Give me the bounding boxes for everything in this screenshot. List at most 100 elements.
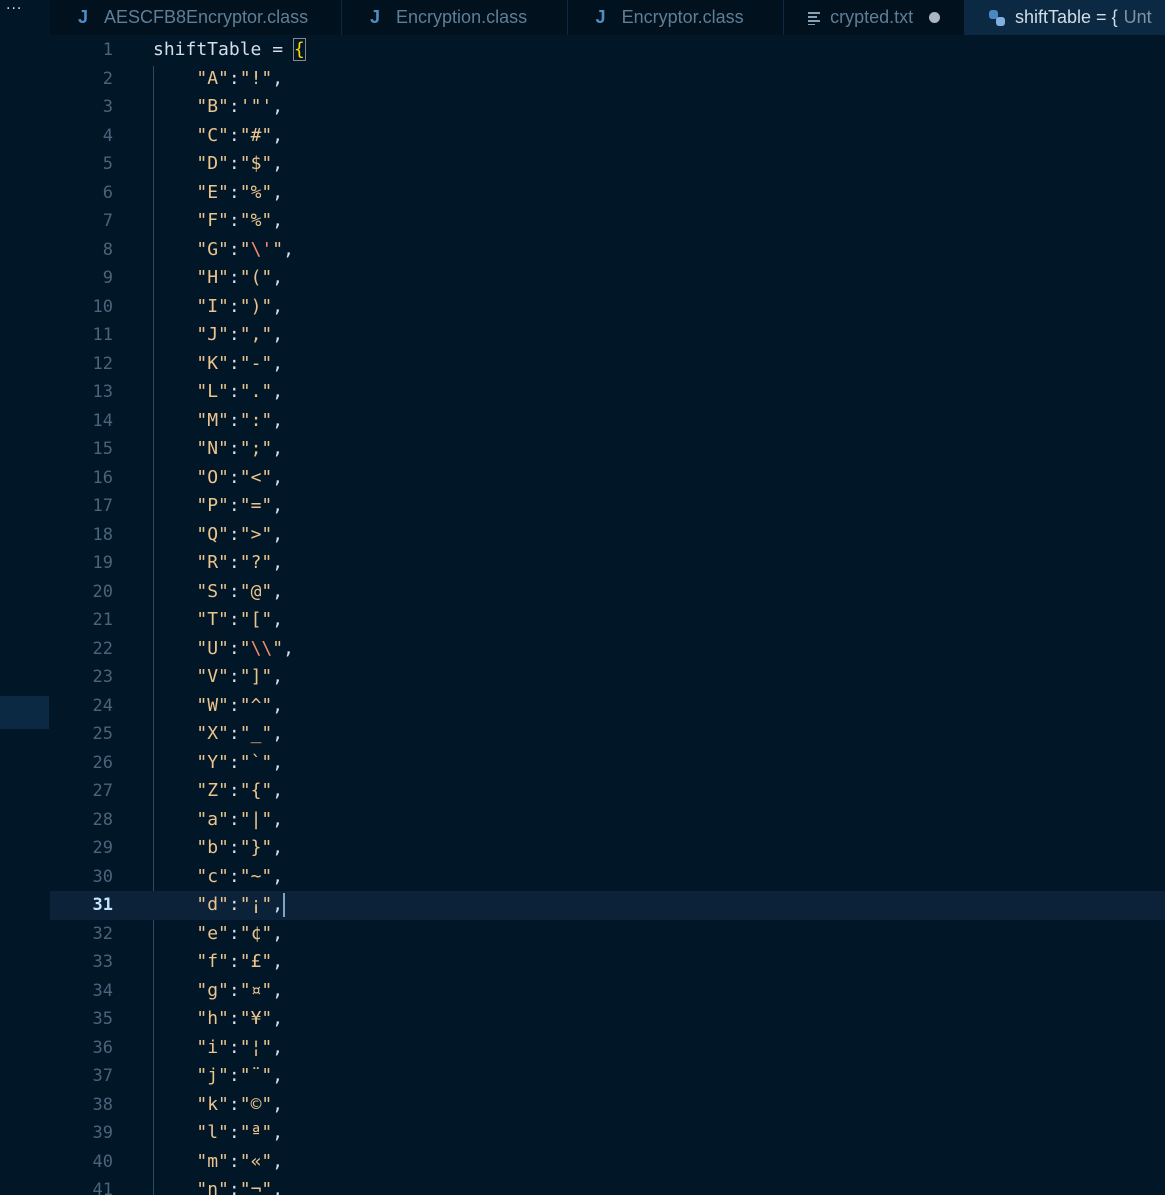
code-line[interactable]: 24 "W":"^", bbox=[50, 692, 1165, 721]
code-line[interactable]: 29 "b":"}", bbox=[50, 834, 1165, 863]
code-line[interactable]: 9 "H":"(", bbox=[50, 264, 1165, 293]
code-line[interactable]: 16 "O":"<", bbox=[50, 464, 1165, 493]
colon: : bbox=[228, 1179, 240, 1195]
code-line[interactable]: 33 "f":"£", bbox=[50, 948, 1165, 977]
colon: : bbox=[228, 951, 240, 972]
code-line[interactable]: 28 "a":"|", bbox=[50, 806, 1165, 835]
code-line[interactable]: 6 "E":"%", bbox=[50, 179, 1165, 208]
code-line[interactable]: 2 "A":"!", bbox=[50, 65, 1165, 94]
colon: : bbox=[228, 1065, 240, 1086]
tab-shifttable[interactable]: shiftTable = {Unt bbox=[965, 0, 1165, 35]
code-line[interactable]: 3 "B":'"', bbox=[50, 93, 1165, 122]
text-file-icon bbox=[808, 10, 821, 25]
dict-value: _ bbox=[250, 723, 262, 744]
code-line[interactable]: 26 "Y":"`", bbox=[50, 749, 1165, 778]
quote: " bbox=[196, 694, 208, 716]
quote: " bbox=[218, 609, 229, 630]
code-editor[interactable]: 1 shiftTable = {2 "A":"!", 3 "B":'"', 4 "C"… bbox=[50, 36, 1165, 1195]
tab-encryptor-class[interactable]: J Encryptor.class bbox=[567, 0, 785, 35]
colon: : bbox=[228, 637, 240, 659]
quote: " bbox=[261, 352, 273, 374]
code-line[interactable]: 39 "l":"ª", bbox=[50, 1119, 1165, 1148]
quote: " bbox=[239, 1065, 251, 1086]
code-line[interactable]: 37 "j":"¨", bbox=[50, 1062, 1165, 1091]
line-number: 31 bbox=[92, 895, 113, 915]
dict-key: P bbox=[207, 495, 219, 516]
line-number: 6 bbox=[102, 182, 113, 203]
code-line[interactable]: 30 "c":"~", bbox=[50, 863, 1165, 892]
code-text: "H":"(", bbox=[153, 264, 283, 293]
dict-key: G bbox=[207, 238, 219, 260]
quote: " bbox=[218, 837, 229, 858]
code-line[interactable]: 34 "g":"¤", bbox=[50, 977, 1165, 1006]
colon: : bbox=[228, 1150, 240, 1172]
tab-aescfb8encryptor-class[interactable]: J AESCFB8Encryptor.class bbox=[50, 0, 343, 35]
code-line[interactable]: 40 "m":"«", bbox=[50, 1148, 1165, 1177]
code-line[interactable]: 14 "M":":", bbox=[50, 407, 1165, 436]
left-strip-highlight bbox=[0, 696, 49, 729]
quote: " bbox=[218, 723, 229, 744]
code-line[interactable]: 21 "T":"[", bbox=[50, 606, 1165, 635]
comma: , bbox=[272, 495, 284, 516]
dict-key: l bbox=[207, 1122, 219, 1143]
code-line[interactable]: 41 "n":"¬", bbox=[50, 1176, 1165, 1195]
code-line[interactable]: 32 "e":"¢", bbox=[50, 920, 1165, 949]
comma: , bbox=[272, 324, 284, 345]
code-line[interactable]: 35 "h":"¥", bbox=[50, 1005, 1165, 1034]
code-line[interactable]: 27 "Z":"{", bbox=[50, 777, 1165, 806]
comma: , bbox=[272, 808, 284, 830]
code-line[interactable]: 5 "D":"$", bbox=[50, 150, 1165, 179]
unsaved-dot-icon[interactable] bbox=[929, 12, 941, 23]
code-line[interactable]: 10 "I":")", bbox=[50, 293, 1165, 322]
code-line[interactable]: 36 "i":"¦", bbox=[50, 1034, 1165, 1063]
tab-encryption-class[interactable]: J Encryption.class bbox=[342, 0, 568, 35]
quote: " bbox=[196, 922, 208, 944]
code-line[interactable]: 11 "J":",", bbox=[50, 321, 1165, 350]
colon: : bbox=[228, 267, 240, 288]
dict-key: k bbox=[207, 1093, 219, 1115]
tab-crypted-txt[interactable]: crypted.txt bbox=[784, 0, 966, 35]
dict-value: { bbox=[250, 780, 262, 801]
quote: " bbox=[261, 438, 273, 459]
code-line[interactable]: 12 "K":"-", bbox=[50, 350, 1165, 379]
colon: : bbox=[228, 438, 240, 459]
quote: " bbox=[218, 666, 229, 687]
code-line[interactable]: 22 "U":"\\", bbox=[50, 635, 1165, 664]
code-line[interactable]: 17 "P":"=", bbox=[50, 492, 1165, 521]
code-line[interactable]: 13 "L":".", bbox=[50, 378, 1165, 407]
code-line[interactable]: 19 "R":"?", bbox=[50, 549, 1165, 578]
code-line[interactable]: 25 "X":"_", bbox=[50, 720, 1165, 749]
code-line[interactable]: 7 "F":"%", bbox=[50, 207, 1165, 236]
dict-key: K bbox=[207, 352, 219, 374]
quote: " bbox=[272, 637, 284, 659]
quote: " bbox=[239, 466, 251, 488]
code-line[interactable]: 18 "Q":">", bbox=[50, 521, 1165, 550]
quote: " bbox=[239, 979, 251, 1001]
dict-value: ] bbox=[250, 666, 262, 687]
code-text: "h":"¥", bbox=[153, 1005, 283, 1034]
variable-assignment: shiftTable = bbox=[153, 39, 294, 60]
code-text: "O":"<", bbox=[153, 464, 283, 493]
code-line[interactable]: 38 "k":"©", bbox=[50, 1091, 1165, 1120]
quote: " bbox=[218, 381, 229, 402]
code-line[interactable]: 15 "N":";", bbox=[50, 435, 1165, 464]
code-line[interactable]: 31 "d":"¡", bbox=[50, 891, 1165, 920]
code-line[interactable]: 1 shiftTable = { bbox=[50, 36, 1165, 65]
code-line[interactable]: 23 "V":"]", bbox=[50, 663, 1165, 692]
quote: " bbox=[239, 238, 251, 260]
code-text: "R":"?", bbox=[153, 549, 283, 578]
code-line[interactable]: 8 "G":"\'", bbox=[50, 236, 1165, 265]
quote: " bbox=[196, 837, 208, 858]
comma: , bbox=[272, 723, 284, 744]
dict-value: \\ bbox=[250, 637, 273, 659]
code-line[interactable]: 20 "S":"@", bbox=[50, 578, 1165, 607]
code-text: "Z":"{", bbox=[153, 777, 283, 806]
code-line[interactable]: 4 "C":"#", bbox=[50, 122, 1165, 151]
more-actions-icon[interactable]: ··· bbox=[6, 0, 28, 20]
quote: " bbox=[239, 951, 251, 972]
dict-key: C bbox=[207, 124, 219, 146]
quote: " bbox=[218, 210, 229, 231]
